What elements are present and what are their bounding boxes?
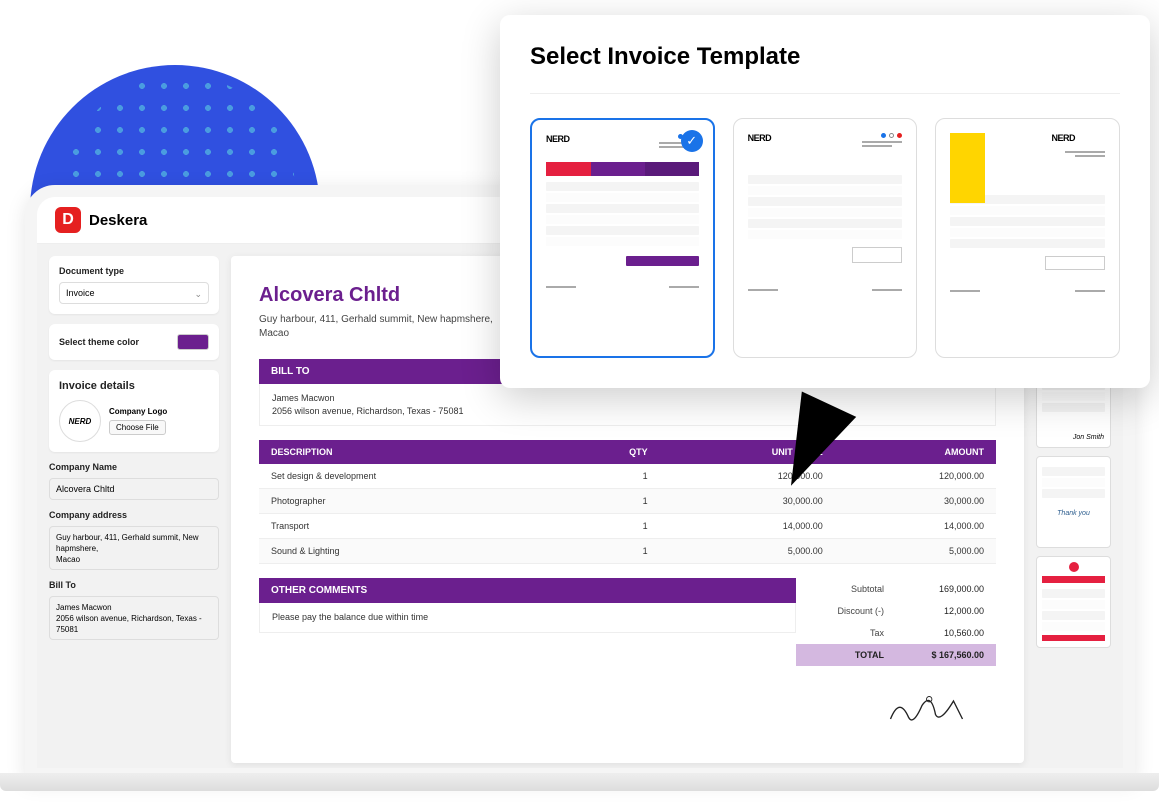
template-logo: NERD — [1052, 133, 1076, 143]
popup-title: Select Invoice Template — [530, 43, 1120, 71]
template-logo: NERD — [546, 134, 570, 144]
laptop-base — [0, 773, 1159, 791]
table-row: Photographer130,000.0030,000.00 — [259, 489, 996, 514]
table-row: Set design & development1120,000.00120,0… — [259, 464, 996, 489]
bill-to-body: James Macwon 2056 wilson avenue, Richard… — [259, 384, 996, 426]
tax-label: Tax — [796, 622, 896, 644]
choose-file-button[interactable]: Choose File — [109, 420, 166, 435]
template-option-2[interactable]: NERD — [733, 118, 918, 358]
invoice-details-panel: Invoice details NERD Company Logo Choose… — [49, 370, 219, 452]
doc-type-select[interactable]: Invoice ⌄ — [59, 282, 209, 304]
theme-color-panel: Select theme color — [49, 324, 219, 360]
company-name-field: Company Name Alcovera Chltd — [49, 462, 219, 500]
table-row: Transport114,000.0014,000.00 — [259, 514, 996, 539]
sidebar: Document type Invoice ⌄ Select theme col… — [49, 256, 219, 763]
doc-type-value: Invoice — [66, 288, 95, 298]
company-addr-field: Company address Guy harbour, 411, Gerhal… — [49, 510, 219, 570]
col-amount: AMOUNT — [835, 440, 996, 464]
popup-body: ✓ NERD NERD — [530, 93, 1120, 358]
yellow-accent — [950, 133, 985, 203]
template-option-1[interactable]: ✓ NERD — [530, 118, 715, 358]
theme-color-swatch[interactable] — [177, 334, 209, 350]
check-icon: ✓ — [681, 130, 703, 152]
template-picker-popup: Select Invoice Template ✓ NERD NERD — [500, 15, 1150, 388]
company-name-label: Company Name — [49, 462, 219, 472]
subtotal-value: 169,000.00 — [896, 578, 996, 600]
bill-to-field: Bill To James Macwon 2056 wilson avenue,… — [49, 580, 219, 640]
doc-type-label: Document type — [59, 266, 209, 276]
subtotal-label: Subtotal — [796, 578, 896, 600]
signature-icon — [886, 690, 976, 730]
table-row: Sound & Lighting15,000.005,000.00 — [259, 539, 996, 564]
invoice-details-header: Invoice details — [59, 380, 209, 392]
total-value: $ 167,560.00 — [896, 644, 996, 666]
deskera-logo-icon: D — [55, 207, 81, 233]
template-logo: NERD — [748, 133, 772, 143]
other-comments-header: OTHER COMMENTS — [259, 578, 796, 603]
col-description: DESCRIPTION — [259, 440, 560, 464]
theme-color-label: Select theme color — [59, 337, 139, 347]
col-qty: QTY — [560, 440, 659, 464]
template-option-3[interactable]: NERD — [935, 118, 1120, 358]
brand-name: Deskera — [89, 212, 147, 229]
tax-value: 10,560.00 — [896, 622, 996, 644]
company-addr-input[interactable]: Guy harbour, 411, Gerhald summit, New ha… — [49, 526, 219, 570]
company-name-input[interactable]: Alcovera Chltd — [49, 478, 219, 500]
chevron-down-icon: ⌄ — [194, 289, 202, 300]
total-label: TOTAL — [796, 644, 896, 666]
company-addr-label: Company address — [49, 510, 219, 520]
signature — [259, 690, 996, 735]
template-thumb-3[interactable]: Thank you — [1036, 456, 1111, 548]
discount-label: Discount (-) — [796, 600, 896, 622]
company-logo-preview: NERD — [59, 400, 101, 442]
bill-to-label: Bill To — [49, 580, 219, 590]
invoice-line-items-table: DESCRIPTION QTY UNIT PRICE AMOUNT Set de… — [259, 440, 996, 564]
doc-type-panel: Document type Invoice ⌄ — [49, 256, 219, 314]
bill-to-input[interactable]: James Macwon 2056 wilson avenue, Richard… — [49, 596, 219, 640]
other-comments-body: Please pay the balance due within time — [259, 603, 796, 633]
template-thumb-4[interactable] — [1036, 556, 1111, 648]
company-logo-label: Company Logo — [109, 407, 167, 416]
discount-value: 12,000.00 — [896, 600, 996, 622]
